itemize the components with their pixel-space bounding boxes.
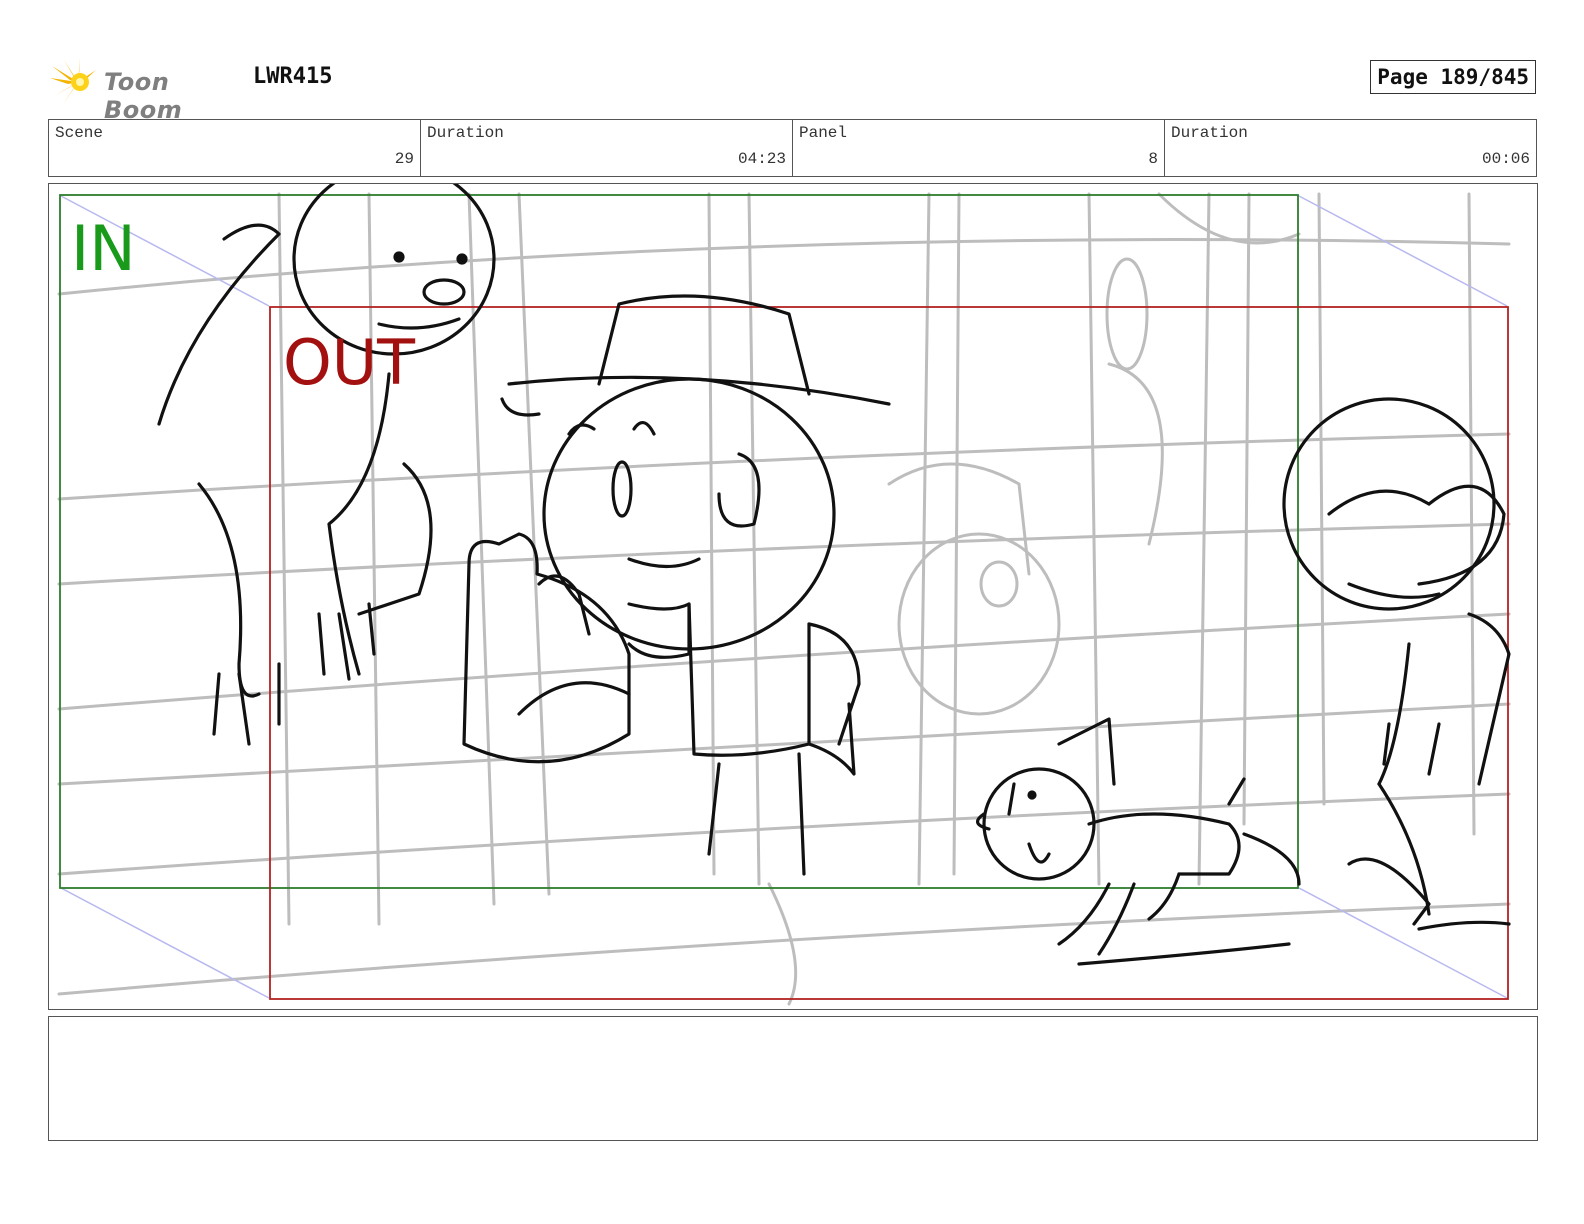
- scene-duration-value: 04:23: [737, 150, 786, 168]
- scene-duration-cell: Duration 04:23: [421, 120, 793, 176]
- panel-cell: Panel 8: [793, 120, 1165, 176]
- camera-guides: [60, 195, 1508, 999]
- panel-duration-cell: Duration 00:06: [1165, 120, 1536, 176]
- in-frame: [59, 194, 1299, 889]
- info-row: Scene 29 Duration 04:23 Panel 8 Duration…: [48, 119, 1537, 177]
- project-title: LWR415: [253, 64, 333, 89]
- page-number: Page 189/845: [1370, 60, 1536, 94]
- scene-duration-label: Duration: [427, 124, 504, 142]
- starburst-icon: [50, 58, 96, 106]
- storyboard-panel: IN OUT: [48, 183, 1538, 1010]
- scene-label: Scene: [55, 124, 104, 142]
- panel-value: 8: [1148, 150, 1158, 168]
- in-frame-label: IN: [71, 212, 136, 285]
- scene-cell: Scene 29: [49, 120, 421, 176]
- out-frame-label: OUT: [283, 326, 416, 399]
- background-sketch: [57, 192, 1511, 1006]
- toon-boom-logo: Toon Boom: [48, 56, 248, 124]
- scene-value: 29: [394, 150, 414, 168]
- character-sketch: [157, 184, 1511, 966]
- panel-label: Panel: [799, 124, 848, 142]
- panel-duration-label: Duration: [1171, 124, 1248, 142]
- page-header: Toon Boom LWR415 Page 189/845: [48, 52, 1536, 124]
- panel-duration-value: 00:06: [1481, 150, 1530, 168]
- logo-text: Toon Boom: [104, 68, 183, 124]
- notes-box: [48, 1016, 1538, 1141]
- sketch-drawing: [57, 184, 1511, 1006]
